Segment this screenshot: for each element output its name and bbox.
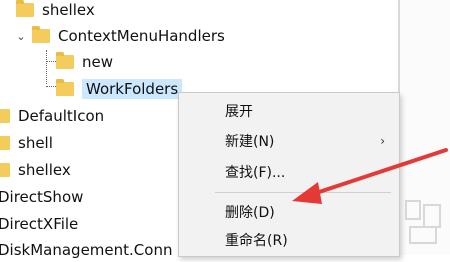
folder-icon — [0, 109, 10, 123]
folder-icon — [56, 79, 74, 96]
context-menu: 展开 新建(N) › 查找(F)... 删除(D) 重命名(R) — [178, 92, 400, 257]
tree-item-workfolders[interactable]: WorkFolders — [56, 77, 183, 101]
tree-item-shellex[interactable]: shellex — [0, 158, 71, 182]
menu-item-rename[interactable]: 重命名(R) — [179, 227, 399, 253]
menu-item-label: 删除(D) — [225, 205, 275, 221]
menu-separator — [215, 192, 391, 193]
tree-item-new[interactable]: new — [56, 50, 113, 74]
menu-item-new[interactable]: 新建(N) › — [179, 128, 399, 154]
tree-item-shell[interactable]: shell — [0, 131, 53, 155]
folder-icon — [0, 136, 10, 150]
tree-connector — [46, 50, 47, 84]
tree-item-directshow[interactable]: DirectShow — [0, 185, 83, 209]
tree-item-label: new — [82, 53, 114, 71]
tree-item-directxfile[interactable]: DirectXFile — [0, 212, 78, 236]
folder-icon — [16, 0, 34, 17]
menu-item-label: 查找(F)... — [225, 165, 286, 181]
watermark-icon — [405, 200, 441, 244]
tree-item-label: DirectXFile — [0, 215, 79, 233]
tree-item-label: shellex — [18, 161, 71, 179]
tree-item-label: WorkFolders — [82, 79, 183, 99]
menu-item-label: 展开 — [225, 104, 253, 120]
tree-item-shellex-top[interactable]: shellex — [16, 0, 95, 22]
tree-connector — [46, 86, 56, 87]
tree-item-contextmenuhandlers[interactable]: ⌄ ContextMenuHandlers — [14, 24, 225, 48]
chevron-down-icon[interactable]: ⌄ — [14, 30, 28, 43]
folder-icon — [0, 163, 10, 177]
tree-item-label: DiskManagement.Conn — [0, 241, 173, 259]
chevron-right-icon: › — [380, 134, 385, 148]
tree-connector — [46, 61, 56, 62]
menu-item-find[interactable]: 查找(F)... — [179, 159, 399, 185]
menu-item-delete[interactable]: 删除(D) — [179, 199, 399, 225]
tree-item-label: DefaultIcon — [18, 107, 105, 125]
folder-icon — [32, 26, 50, 43]
tree-item-label: ContextMenuHandlers — [58, 27, 225, 45]
tree-item-defaulticon[interactable]: DefaultIcon — [0, 104, 104, 128]
menu-item-expand[interactable]: 展开 — [179, 98, 399, 124]
tree-item-label: shellex — [42, 1, 95, 19]
tree-item-diskmanagement[interactable]: DiskManagement.Conn — [0, 238, 172, 262]
menu-item-label: 新建(N) — [225, 134, 275, 150]
tree-item-label: DirectShow — [0, 188, 84, 206]
tree-item-label: shell — [18, 134, 53, 152]
folder-icon — [56, 52, 74, 69]
menu-item-label: 重命名(R) — [225, 233, 288, 249]
